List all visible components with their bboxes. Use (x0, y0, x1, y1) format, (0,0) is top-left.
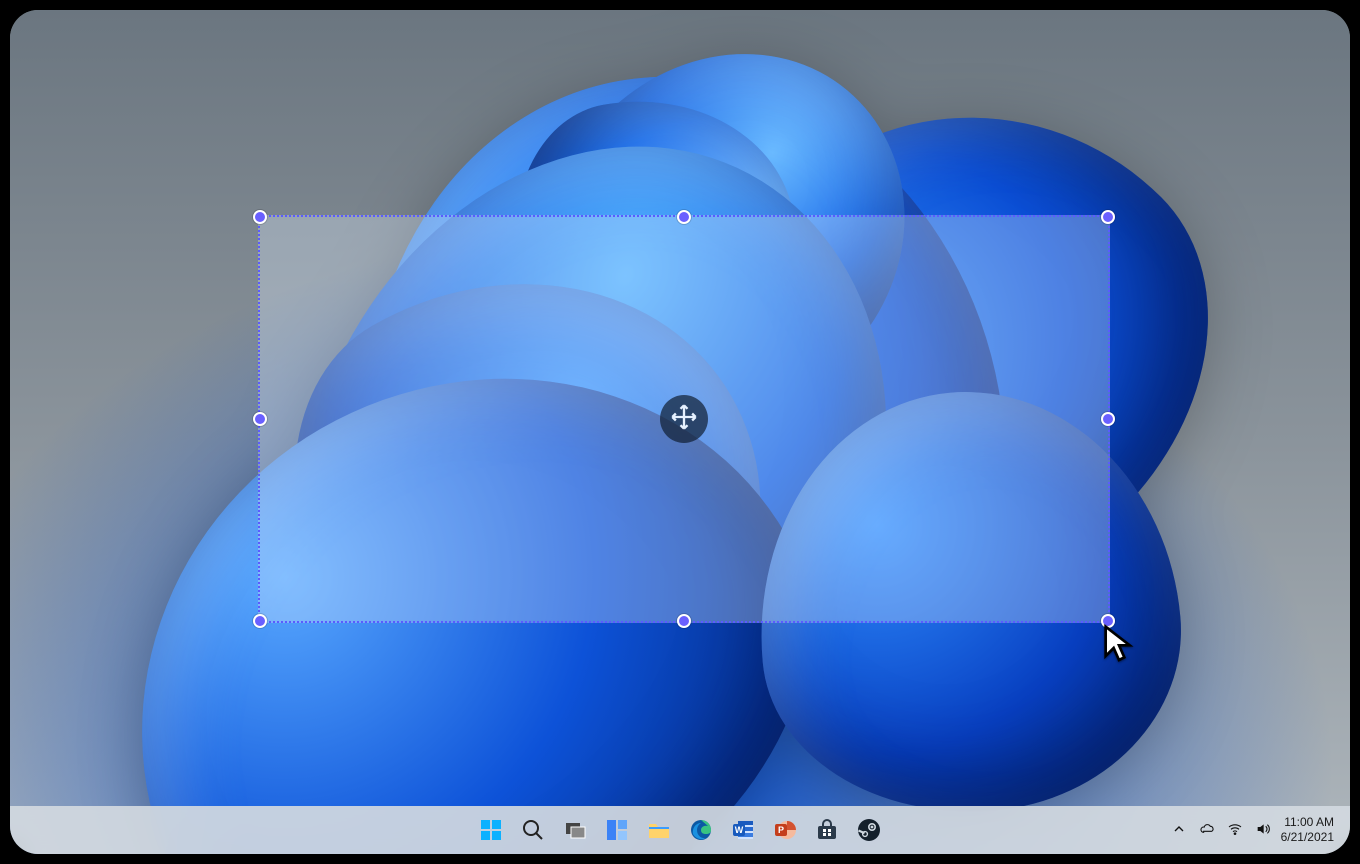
volume-icon[interactable] (1255, 821, 1271, 840)
move-icon (670, 403, 698, 436)
resize-handle-bottom-middle[interactable] (677, 614, 691, 628)
taskbar-center-apps: W P (473, 812, 887, 848)
resize-handle-top-middle[interactable] (677, 210, 691, 224)
desktop-frame: W P (10, 10, 1350, 854)
search-icon (521, 818, 545, 842)
mouse-cursor (1103, 624, 1135, 664)
taskbar-clock[interactable]: 11:00 AM 6/21/2021 (1281, 815, 1340, 845)
svg-text:W: W (735, 825, 744, 835)
store-icon (815, 818, 839, 842)
taskbar-search-button[interactable] (515, 812, 551, 848)
system-tray: 11:00 AM 6/21/2021 (1171, 815, 1340, 845)
file-explorer-icon (647, 818, 671, 842)
taskbar-store-button[interactable] (809, 812, 845, 848)
resize-handle-top-right[interactable] (1101, 210, 1115, 224)
clock-time: 11:00 AM (1281, 815, 1334, 830)
edge-icon (689, 818, 713, 842)
taskbar-word-button[interactable]: W (725, 812, 761, 848)
powerpoint-icon: P (773, 818, 797, 842)
steam-icon (857, 818, 881, 842)
taskbar: W P (10, 806, 1350, 854)
clock-date: 6/21/2021 (1281, 830, 1334, 845)
taskbar-powerpoint-button[interactable]: P (767, 812, 803, 848)
task-view-icon (563, 818, 587, 842)
crop-selection[interactable] (258, 215, 1110, 623)
tray-overflow-icon[interactable] (1171, 821, 1187, 840)
taskbar-file-explorer-button[interactable] (641, 812, 677, 848)
resize-handle-bottom-left[interactable] (253, 614, 267, 628)
taskbar-task-view-button[interactable] (557, 812, 593, 848)
onedrive-icon[interactable] (1199, 821, 1215, 840)
taskbar-start-button[interactable] (473, 812, 509, 848)
resize-handle-middle-left[interactable] (253, 412, 267, 426)
start-icon (479, 818, 503, 842)
widgets-icon (605, 818, 629, 842)
taskbar-steam-button[interactable] (851, 812, 887, 848)
word-icon: W (731, 818, 755, 842)
taskbar-widgets-button[interactable] (599, 812, 635, 848)
resize-handle-middle-right[interactable] (1101, 412, 1115, 426)
wifi-icon[interactable] (1227, 821, 1243, 840)
svg-text:P: P (778, 825, 784, 835)
resize-handle-top-left[interactable] (253, 210, 267, 224)
move-selection-handle[interactable] (660, 395, 708, 443)
taskbar-edge-button[interactable] (683, 812, 719, 848)
